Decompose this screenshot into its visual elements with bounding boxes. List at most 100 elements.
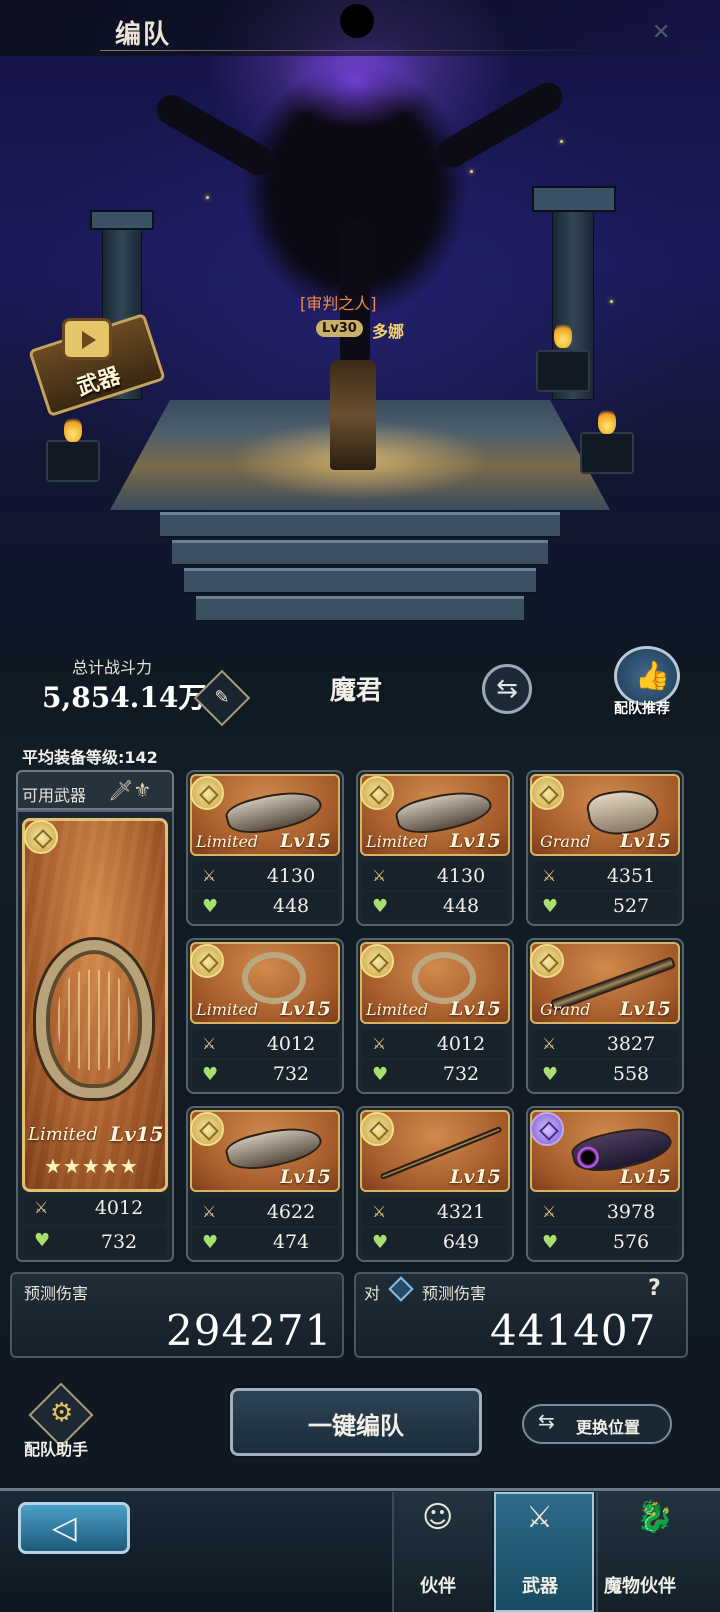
weapon-atk: 4622 — [266, 1201, 316, 1223]
hp-icon — [542, 896, 558, 917]
swap-position-label: 更换位置 — [576, 1418, 641, 1437]
weapon-rarity: Limited — [196, 832, 259, 851]
header-divider — [100, 50, 620, 51]
weapon-atk: 4012 — [436, 1033, 486, 1055]
weapon-atk: 4130 — [266, 865, 316, 887]
character-title: [审判之人] — [300, 294, 377, 313]
hp-icon — [542, 1232, 558, 1253]
weapon-level: Lv15 — [620, 998, 671, 1020]
harp-strings — [58, 970, 130, 1070]
tv-play-icon — [62, 318, 112, 360]
weapon-level: Lv15 — [280, 830, 331, 852]
light-element-icon — [190, 776, 224, 810]
boss-name: 魔君 — [330, 676, 383, 706]
hero-sprite — [330, 360, 376, 470]
weapon-level: Lv15 — [620, 830, 671, 852]
attack-icon: ⚔ — [542, 866, 557, 885]
weapon-rarity: Grand — [540, 832, 591, 851]
weapon-rarity: Limited — [366, 832, 429, 851]
character-name: 多娜 — [372, 322, 405, 341]
weapon-level: Lv15 — [280, 998, 331, 1020]
weapon-hp: 527 — [612, 895, 650, 917]
average-equipment-level: 平均装备等级:142 — [22, 748, 158, 767]
hp-icon — [372, 1064, 388, 1085]
swap-boss-button[interactable]: ⇆ — [482, 664, 532, 714]
corner-ornament-icon: ✕ — [652, 20, 671, 45]
help-icon[interactable]: ? — [648, 1276, 661, 1301]
attack-icon: ⚔ — [34, 1198, 49, 1217]
attack-icon: ⚔ — [202, 1034, 217, 1053]
light-element-icon — [24, 820, 58, 854]
weapon-level: Lv15 — [280, 1166, 331, 1188]
weapon-atk: 3827 — [606, 1033, 656, 1055]
featured-weapon-stars: ★★★★★ — [44, 1154, 139, 1178]
gear-icon: ⚙ — [50, 1398, 74, 1428]
camera-notch — [340, 4, 374, 38]
weapon-level: Lv15 — [450, 830, 501, 852]
attack-icon: ⚔ — [372, 1202, 387, 1221]
featured-weapon-hp: 732 — [100, 1231, 138, 1253]
character-level-badge: Lv30 — [316, 320, 363, 337]
harp-weapon-icon — [242, 952, 306, 1004]
total-power-value: 5,854.14万 — [42, 681, 207, 714]
attack-icon: ⚔ — [202, 866, 217, 885]
weapon-hp: 448 — [442, 895, 480, 917]
weapon-rarity: Limited — [196, 1000, 259, 1019]
total-power-label: 总计战斗力 — [72, 658, 153, 677]
light-element-icon — [360, 1112, 394, 1146]
tab-weapon-label: 武器 — [522, 1576, 558, 1597]
light-element-icon — [530, 776, 564, 810]
team-recommend-label: 配队推荐 — [614, 701, 670, 717]
hp-icon — [202, 896, 218, 917]
light-element-icon — [360, 944, 394, 978]
vs-predicted-damage-value: 441407 — [490, 1306, 657, 1355]
weapon-hp: 558 — [612, 1063, 650, 1085]
weapon-atk: 4130 — [436, 865, 486, 887]
vs-predicted-damage-label: 预测伤害 — [422, 1284, 487, 1303]
back-arrow-icon: ◁ — [52, 1508, 77, 1546]
weapon-atk: 4321 — [436, 1201, 486, 1223]
dark-element-icon — [530, 1112, 564, 1146]
hp-icon — [34, 1230, 50, 1251]
hp-icon — [542, 1064, 558, 1085]
featured-weapon-level: Lv15 — [110, 1122, 164, 1146]
weapon-atk: 3978 — [606, 1201, 656, 1223]
weapon-level: Lv15 — [450, 1166, 501, 1188]
light-element-icon — [360, 776, 394, 810]
attack-icon: ⚔ — [372, 1034, 387, 1053]
light-element-icon — [190, 1112, 224, 1146]
predicted-damage-value: 294271 — [166, 1306, 333, 1355]
tab-companion-label: 伙伴 — [420, 1576, 456, 1597]
light-element-icon — [530, 944, 564, 978]
weapon-level: Lv15 — [620, 1166, 671, 1188]
harp-weapon-icon — [412, 952, 476, 1004]
weapon-level: Lv15 — [450, 998, 501, 1020]
hp-icon — [372, 1232, 388, 1253]
weapon-atk: 4351 — [606, 865, 656, 887]
weapon-hp: 649 — [442, 1231, 480, 1253]
attack-icon: ⚔ — [542, 1034, 557, 1053]
weapon-rarity: Limited — [366, 1000, 429, 1019]
predicted-damage-label: 预测伤害 — [24, 1284, 89, 1303]
page-title: 编队 — [115, 20, 172, 50]
team-recommend-button[interactable]: 👍 — [614, 646, 680, 706]
crossed-swords-icon: ⚔ — [526, 1500, 553, 1535]
hp-icon — [372, 896, 388, 917]
attack-icon: ⚔ — [202, 1202, 217, 1221]
weapon-type-icons: 🗡⚜ — [108, 778, 152, 802]
thumbs-up-icon: 👍 — [635, 659, 670, 692]
weapon-hp: 474 — [272, 1231, 310, 1253]
usable-weapons-label: 可用武器 — [22, 786, 87, 805]
vs-prefix: 对 — [364, 1284, 381, 1303]
weapon-hp: 576 — [612, 1231, 650, 1253]
hp-icon — [202, 1064, 218, 1085]
hp-icon — [202, 1232, 218, 1253]
attack-icon: ⚔ — [372, 866, 387, 885]
tab-monster-companion-label: 魔物伙伴 — [604, 1576, 676, 1597]
weapon-hp: 732 — [442, 1063, 480, 1085]
auto-formation-label: 一键编队 — [308, 1412, 404, 1440]
monster-icon: 🐉 — [636, 1500, 674, 1535]
weapon-atk: 4012 — [266, 1033, 316, 1055]
weapon-hp: 448 — [272, 895, 310, 917]
featured-weapon-atk: 4012 — [94, 1197, 144, 1219]
